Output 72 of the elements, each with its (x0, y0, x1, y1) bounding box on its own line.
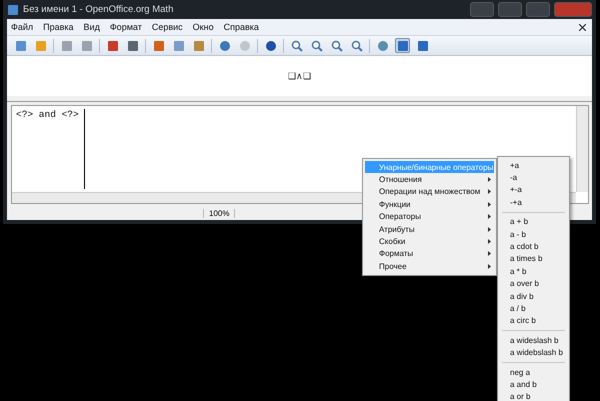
submenu-item[interactable]: a widebslash b (500, 346, 567, 359)
context-menu-item[interactable]: Операции над множеством (365, 186, 494, 198)
symbols-button[interactable] (415, 38, 430, 53)
submenu-arrow-icon (488, 226, 491, 232)
zoom-out-button[interactable] (309, 38, 324, 53)
disk-button[interactable] (59, 38, 74, 53)
minimize-button[interactable] (498, 2, 522, 17)
submenu-item[interactable]: neg a (500, 366, 567, 378)
magnifier-icon (350, 40, 362, 52)
mail-button[interactable] (79, 38, 94, 53)
magnifier-button[interactable] (349, 38, 364, 53)
printer-button[interactable] (125, 38, 140, 53)
scissors-button[interactable] (151, 38, 166, 53)
maximize-button[interactable] (526, 2, 550, 17)
context-menu-item[interactable]: Прочее (365, 260, 494, 273)
context-menu-item[interactable]: Атрибуты (365, 222, 494, 236)
submenu-item[interactable]: a - b (500, 228, 567, 240)
submenu-item[interactable]: +-a (500, 184, 567, 196)
folder-button[interactable] (33, 38, 48, 53)
context-menu-item[interactable]: Операторы (365, 210, 494, 223)
display-button[interactable] (470, 2, 494, 17)
submenu-arrow-icon (488, 177, 491, 182)
submenu-arrow-icon (488, 202, 491, 207)
zoom-level: 100% (203, 208, 236, 218)
submenu-item[interactable]: a / b (500, 302, 567, 315)
submenu-arrow-icon (488, 189, 491, 194)
menu-item[interactable]: Вид (84, 22, 100, 32)
submenu-arrow-icon (488, 251, 491, 256)
vertical-scrollbar[interactable] (576, 106, 588, 192)
submenu-arrow-icon (488, 214, 491, 220)
close-icon[interactable] (579, 24, 586, 30)
submenu-item[interactable]: a and b (500, 378, 567, 391)
submenu-arrow-icon (488, 239, 491, 244)
menu-item[interactable]: Файл (11, 22, 34, 32)
formula-preview: ❑∧❑ (288, 71, 311, 81)
submenu-item[interactable]: a times b (500, 252, 567, 266)
refresh-button[interactable] (375, 38, 390, 53)
copy-button[interactable] (171, 38, 186, 53)
zoom-button[interactable] (329, 38, 344, 53)
menu-item[interactable]: Формат (110, 22, 142, 32)
pdf-button[interactable] (105, 38, 120, 53)
submenu-item[interactable]: a * b (500, 265, 567, 278)
zoom-in-button[interactable] (289, 38, 304, 53)
menu-item[interactable]: Окно (192, 22, 214, 32)
menu-item[interactable]: Сервис (152, 22, 183, 32)
clipboard-button[interactable] (191, 38, 206, 53)
new-document-button[interactable] (13, 38, 28, 53)
menu-item[interactable]: Справка (224, 22, 259, 32)
submenu-item[interactable]: a div b (500, 290, 567, 302)
submenu-item[interactable]: a cdot b (500, 240, 567, 253)
submenu-item[interactable]: a circ b (500, 314, 567, 328)
help-button[interactable] (263, 38, 278, 53)
zoom-icon (330, 40, 342, 52)
submenu-item[interactable]: -a (500, 171, 567, 184)
formula-cursor-button[interactable] (395, 38, 410, 53)
context-menu-item[interactable]: Скобки (365, 235, 494, 248)
close-button[interactable] (554, 2, 592, 17)
submenu-item[interactable]: a or b (500, 390, 567, 401)
context-menu-item[interactable]: Функции (365, 198, 494, 211)
submenu-item[interactable]: +a (500, 159, 567, 172)
context-menu-item[interactable]: Отношения (365, 173, 494, 186)
submenu-arrow-icon (488, 264, 491, 269)
zoom-in-icon (290, 40, 302, 52)
submenu-item[interactable]: -+a (500, 196, 567, 209)
submenu-item[interactable]: a + b (500, 216, 567, 228)
submenu-item[interactable]: a over b (500, 278, 567, 290)
zoom-out-icon (310, 40, 322, 52)
window-title: Без имени 1 - OpenOffice.org Math (23, 4, 174, 15)
undo-button[interactable] (217, 38, 232, 53)
submenu-item[interactable]: a wideslash b (500, 334, 567, 346)
menu-item[interactable]: Правка (43, 22, 74, 32)
context-menu-item[interactable]: Форматы (365, 248, 494, 260)
